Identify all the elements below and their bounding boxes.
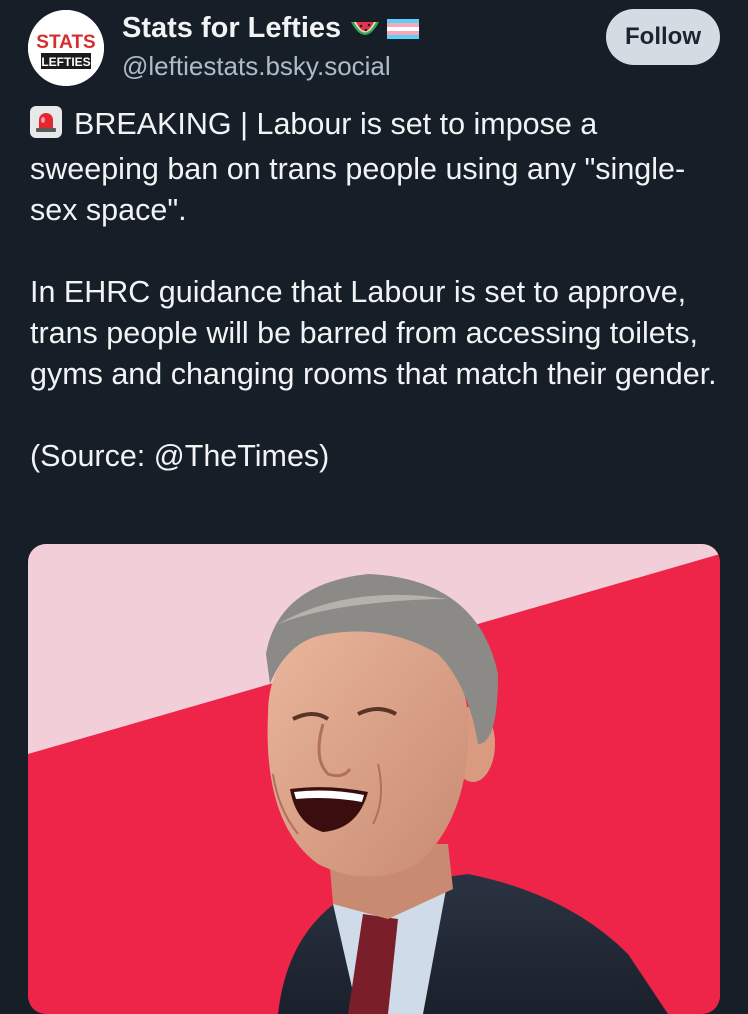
name-emoji-group [349,16,420,42]
svg-text:LEFTIES: LEFTIES [41,55,90,69]
post-image[interactable] [28,544,720,1014]
author-handle[interactable]: @leftiestats.bsky.social [122,51,391,82]
watermelon-icon [351,21,380,35]
post-photo [28,544,720,1014]
post-paragraph-breaking: BREAKING | Labour is set to impose a swe… [30,104,730,231]
trans-flag-icon [387,18,420,39]
author-name[interactable]: Stats for Lefties [122,12,341,45]
post-text: BREAKING | Labour is set to impose a swe… [30,104,730,477]
post-paragraph-body: In EHRC guidance that Labour is set to a… [30,275,717,391]
siren-icon [30,106,62,149]
post-paragraph-source: (Source: @TheTimes) [30,439,330,473]
avatar[interactable]: STATS LEFTIES [28,10,104,86]
avatar-logo: STATS LEFTIES [28,10,104,86]
post-paragraph-breaking-text: BREAKING | Labour is set to impose a swe… [30,107,686,227]
svg-text:STATS: STATS [36,32,95,53]
author-name-row[interactable]: Stats for Lefties [122,12,420,45]
follow-button[interactable]: Follow [606,9,720,65]
post-card: STATS LEFTIES Stats for Lefties @lefties… [0,0,748,1014]
